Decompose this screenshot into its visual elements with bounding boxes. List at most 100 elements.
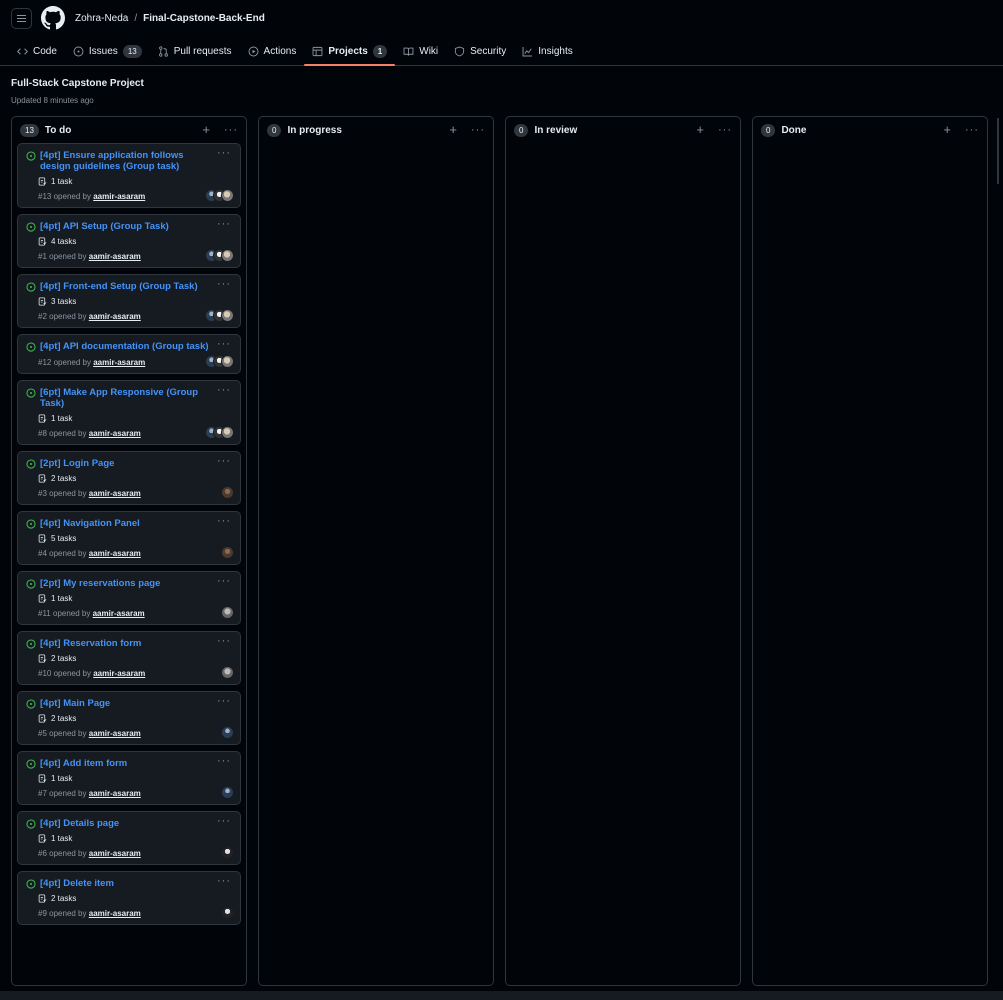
card-title-link[interactable]: [4pt] Delete item — [40, 878, 232, 889]
avatar[interactable] — [221, 906, 234, 919]
card-title-link[interactable]: [2pt] Login Page — [40, 458, 232, 469]
author-link[interactable]: aamir-asaram — [89, 429, 141, 438]
issue-card[interactable]: [4pt] Add item form ··· 1 task #7 opened by… — [17, 751, 241, 805]
card-title-row: [4pt] Navigation Panel — [26, 518, 232, 529]
avatar[interactable] — [221, 726, 234, 739]
board-column-in-progress: 0 In progress + ··· — [258, 116, 494, 986]
tab-wiki[interactable]: Wiki — [395, 38, 446, 64]
column-more-icon[interactable]: ··· — [965, 125, 979, 136]
tab-projects[interactable]: Projects 1 — [304, 38, 396, 66]
opened-by-text: opened by — [49, 549, 87, 558]
opened-by-text: opened by — [53, 192, 91, 201]
card-title-link[interactable]: [4pt] Add item form — [40, 758, 232, 769]
author-link[interactable]: aamir-asaram — [93, 192, 145, 201]
issue-card[interactable]: [4pt] API documentation (Group task) ··· #… — [17, 334, 241, 374]
card-title-link[interactable]: [4pt] Ensure application follows design … — [40, 150, 232, 172]
card-more-icon[interactable]: ··· — [217, 755, 231, 767]
tab-security[interactable]: Security — [446, 38, 514, 64]
author-link[interactable]: aamir-asaram — [89, 549, 141, 558]
tab-pull-requests[interactable]: Pull requests — [150, 38, 240, 64]
issue-card[interactable]: [4pt] Main Page ··· 2 tasks #5 opened by aa… — [17, 691, 241, 745]
card-title-row: [4pt] Reservation form — [26, 638, 232, 649]
author-link[interactable]: aamir-asaram — [89, 252, 141, 261]
card-more-icon[interactable]: ··· — [217, 815, 231, 827]
issue-card[interactable]: [4pt] Reservation form ··· 2 tasks #10 open… — [17, 631, 241, 685]
avatar[interactable] — [221, 486, 234, 499]
issue-card[interactable]: [4pt] Delete item ··· 2 tasks #9 opened by … — [17, 871, 241, 925]
author-link[interactable]: aamir-asaram — [89, 849, 141, 858]
card-more-icon[interactable]: ··· — [217, 338, 231, 350]
avatar[interactable] — [221, 786, 234, 799]
card-more-icon[interactable]: ··· — [217, 278, 231, 290]
breadcrumb-owner[interactable]: Zohra-Neda — [75, 13, 128, 24]
card-more-icon[interactable]: ··· — [217, 575, 231, 587]
issue-number: #4 — [38, 549, 47, 558]
card-more-icon[interactable]: ··· — [217, 147, 231, 159]
issue-card[interactable]: [2pt] Login Page ··· 2 tasks #3 opened by a… — [17, 451, 241, 505]
author-link[interactable]: aamir-asaram — [89, 489, 141, 498]
add-item-icon[interactable]: + — [449, 123, 457, 136]
avatar[interactable] — [221, 309, 234, 322]
open-issue-icon — [26, 519, 36, 529]
card-title-link[interactable]: [4pt] Navigation Panel — [40, 518, 232, 529]
add-item-icon[interactable]: + — [696, 123, 704, 136]
column-more-icon[interactable]: ··· — [718, 125, 732, 136]
tab-actions[interactable]: Actions — [240, 38, 305, 64]
card-more-icon[interactable]: ··· — [217, 455, 231, 467]
card-list: [4pt] Ensure application follows design … — [12, 143, 246, 925]
issue-card[interactable]: [4pt] Front-end Setup (Group Task) ··· 3 t… — [17, 274, 241, 328]
card-more-icon[interactable]: ··· — [217, 875, 231, 887]
add-item-icon[interactable]: + — [943, 123, 951, 136]
author-link[interactable]: aamir-asaram — [93, 609, 145, 618]
author-link[interactable]: aamir-asaram — [93, 358, 145, 367]
avatar[interactable] — [221, 355, 234, 368]
issue-card[interactable]: [4pt] API Setup (Group Task) ··· 4 tasks #1… — [17, 214, 241, 268]
tab-label: Actions — [263, 45, 297, 57]
author-link[interactable]: aamir-asaram — [89, 789, 141, 798]
avatar[interactable] — [221, 666, 234, 679]
issue-card[interactable]: [4pt] Ensure application follows design … — [17, 143, 241, 208]
author-link[interactable]: aamir-asaram — [89, 312, 141, 321]
author-link[interactable]: aamir-asaram — [89, 729, 141, 738]
card-title-link[interactable]: [6pt] Make App Responsive (Group Task) — [40, 387, 232, 409]
card-tasks: 1 task — [38, 774, 232, 783]
card-more-icon[interactable]: ··· — [217, 695, 231, 707]
card-title-link[interactable]: [4pt] Details page — [40, 818, 232, 829]
issue-card[interactable]: [2pt] My reservations page ··· 1 task #11 o… — [17, 571, 241, 625]
card-title-link[interactable]: [4pt] API documentation (Group task) — [40, 341, 232, 352]
issue-card[interactable]: [6pt] Make App Responsive (Group Task) ··… — [17, 380, 241, 445]
column-more-icon[interactable]: ··· — [224, 125, 238, 136]
issue-number: #9 — [38, 909, 47, 918]
card-more-icon[interactable]: ··· — [217, 635, 231, 647]
board-column-in-review: 0 In review + ··· — [505, 116, 741, 986]
avatar[interactable] — [221, 426, 234, 439]
card-title-link[interactable]: [4pt] Front-end Setup (Group Task) — [40, 281, 232, 292]
card-more-icon[interactable]: ··· — [217, 515, 231, 527]
avatar[interactable] — [221, 846, 234, 859]
issue-card[interactable]: [4pt] Details page ··· 1 task #6 opened by … — [17, 811, 241, 865]
avatar[interactable] — [221, 606, 234, 619]
add-item-icon[interactable]: + — [202, 123, 210, 136]
card-title-link[interactable]: [4pt] Main Page — [40, 698, 232, 709]
card-more-icon[interactable]: ··· — [217, 218, 231, 230]
menu-button[interactable] — [11, 8, 32, 29]
author-link[interactable]: aamir-asaram — [89, 909, 141, 918]
github-logo-icon[interactable] — [41, 6, 65, 30]
task-count: 2 tasks — [51, 474, 77, 483]
column-more-icon[interactable]: ··· — [471, 125, 485, 136]
avatar[interactable] — [221, 189, 234, 202]
avatar[interactable] — [221, 546, 234, 559]
card-more-icon[interactable]: ··· — [217, 384, 231, 396]
author-link[interactable]: aamir-asaram — [93, 669, 145, 678]
card-title-link[interactable]: [4pt] Reservation form — [40, 638, 232, 649]
tab-code[interactable]: Code — [9, 38, 65, 64]
card-meta: #3 opened by aamir-asaram — [38, 489, 232, 504]
tab-insights[interactable]: Insights — [514, 38, 580, 64]
card-title-link[interactable]: [4pt] API Setup (Group Task) — [40, 221, 232, 232]
issue-card[interactable]: [4pt] Navigation Panel ··· 5 tasks #4 opene… — [17, 511, 241, 565]
avatar[interactable] — [221, 249, 234, 262]
breadcrumb-repo[interactable]: Final-Capstone-Back-End — [143, 13, 265, 24]
card-title-link[interactable]: [2pt] My reservations page — [40, 578, 232, 589]
tab-label: Wiki — [419, 45, 439, 57]
tab-issues[interactable]: Issues 13 — [65, 38, 150, 64]
